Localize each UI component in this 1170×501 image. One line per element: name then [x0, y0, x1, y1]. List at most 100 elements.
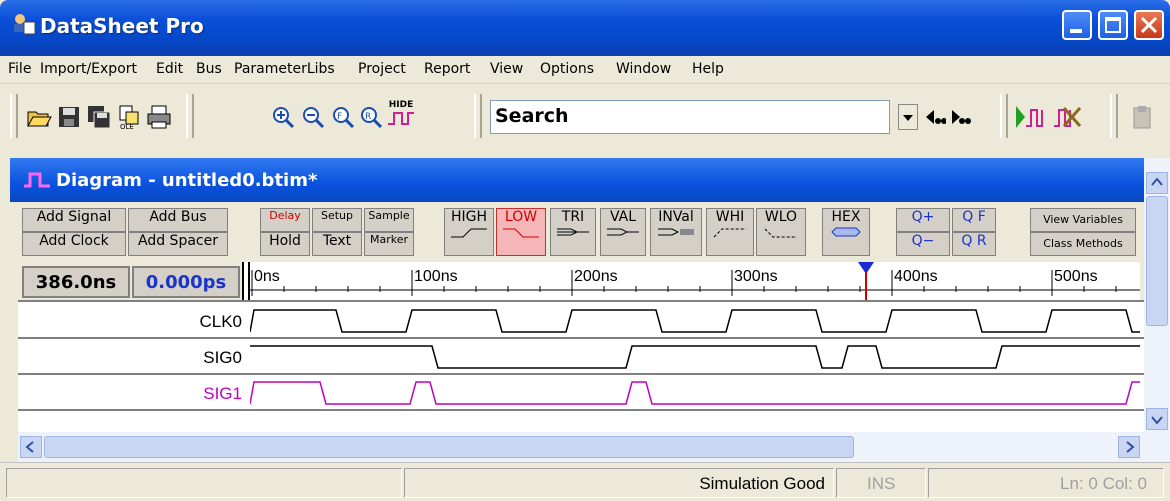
horizontal-scroll-thumb[interactable] [44, 436, 854, 458]
zoom-fit-icon[interactable]: F [330, 104, 356, 130]
open-icon[interactable] [26, 104, 52, 130]
status-position: Ln: 0 Col: 0 [928, 468, 1164, 498]
save-icon[interactable] [56, 104, 82, 130]
menu-project[interactable]: Project [358, 61, 406, 77]
menu-help[interactable]: Help [692, 61, 724, 77]
hex-button[interactable]: HEX [822, 208, 870, 256]
tick-label: 100ns [414, 268, 458, 285]
zoom-in-icon[interactable] [270, 104, 296, 130]
menu-window[interactable]: Window [616, 61, 671, 77]
status-panel-empty [6, 468, 402, 498]
vertical-scroll-thumb[interactable] [1146, 196, 1168, 326]
zoom-full-button[interactable]: Q F [952, 208, 996, 232]
print-icon[interactable] [146, 104, 172, 130]
stop-simulate-icon[interactable] [1050, 104, 1084, 130]
inval-label: INVal [658, 209, 694, 225]
menu-options[interactable]: Options [540, 61, 594, 77]
zoom-out-icon[interactable] [300, 104, 326, 130]
sample-button[interactable]: Sample [364, 208, 414, 232]
menu-file[interactable]: File [8, 61, 31, 77]
delta-time-display: 0.000ps [132, 266, 240, 298]
paste-icon[interactable] [1130, 104, 1156, 130]
save-all-icon[interactable] [86, 104, 112, 130]
menu-bus[interactable]: Bus [196, 61, 222, 77]
hide-label: HIDE [388, 100, 414, 110]
window-title: DataSheet Pro [40, 14, 204, 38]
svg-text:R: R [365, 112, 371, 122]
cursor-time-display: 386.0ns [22, 266, 130, 298]
menu-view[interactable]: View [490, 61, 523, 77]
waveform-sig0 [250, 345, 1140, 369]
hide-waveform-icon[interactable]: HIDE [386, 100, 416, 134]
setup-button[interactable]: Setup [312, 208, 362, 232]
menu-edit[interactable]: Edit [156, 61, 183, 77]
tick-label: 0ns [254, 268, 280, 285]
marker-button[interactable]: Marker [364, 232, 414, 256]
inval-button[interactable]: INVal [650, 208, 702, 256]
vertical-scrollbar[interactable] [1144, 158, 1170, 462]
timeline-ruler[interactable]: 0ns 100ns 200ns 300ns 400ns 500ns [250, 262, 1140, 302]
tick-label: 500ns [1054, 268, 1098, 285]
wlo-button[interactable]: WLO [756, 208, 806, 256]
hex-label: HEX [831, 209, 861, 225]
maximize-button[interactable] [1098, 10, 1128, 40]
add-signal-button[interactable]: Add Signal [22, 208, 126, 232]
hold-button[interactable]: Hold [260, 232, 310, 256]
search-next-icon[interactable] [950, 104, 972, 130]
search-dropdown-button[interactable] [898, 104, 918, 130]
low-button[interactable]: LOW [496, 208, 546, 256]
scroll-right-button[interactable] [1118, 436, 1140, 458]
waveform-clk0 [250, 309, 1140, 333]
toolbar-grip [10, 94, 18, 138]
toolbar-separator [474, 94, 482, 138]
horizontal-scrollbar[interactable] [18, 432, 1144, 462]
wlo-label: WLO [764, 209, 798, 225]
minimize-button[interactable] [1062, 10, 1092, 40]
tick-label: 400ns [894, 268, 938, 285]
waveforms [250, 309, 1140, 405]
signal-name-sig1[interactable]: SIG1 [22, 384, 242, 404]
search-prev-icon[interactable] [924, 104, 946, 130]
add-clock-button[interactable]: Add Clock [22, 232, 126, 256]
menu-import-export[interactable]: Import/Export [40, 61, 137, 77]
zoom-reset-button[interactable]: Q R [952, 232, 996, 256]
high-label: HIGH [450, 209, 488, 225]
search-input[interactable]: Search [490, 100, 890, 134]
scroll-up-button[interactable] [1146, 172, 1168, 194]
svg-text:OLE: OLE [120, 123, 134, 130]
time-marker[interactable] [856, 262, 876, 302]
zoom-in-button[interactable]: Q+ [896, 208, 950, 232]
scroll-left-button[interactable] [20, 436, 42, 458]
close-button[interactable] [1134, 10, 1164, 40]
simulate-icon[interactable] [1014, 104, 1048, 130]
tick-label: 200ns [574, 268, 618, 285]
toolbar-separator [1000, 94, 1008, 138]
menu-parameterlibs[interactable]: ParameterLibs [234, 61, 335, 77]
add-bus-button[interactable]: Add Bus [128, 208, 228, 232]
high-button[interactable]: HIGH [444, 208, 494, 256]
text-button[interactable]: Text [312, 232, 362, 256]
scroll-down-button[interactable] [1146, 408, 1168, 430]
signal-name-sig0[interactable]: SIG0 [22, 348, 242, 368]
app-icon [14, 14, 36, 35]
zoom-out-button[interactable]: Q− [896, 232, 950, 256]
status-mode: INS [836, 468, 926, 498]
val-button[interactable]: VAL [600, 208, 646, 256]
tri-button[interactable]: TRI [550, 208, 596, 256]
status-message: Simulation Good [404, 468, 834, 498]
signal-name-clk0[interactable]: CLK0 [22, 312, 242, 332]
diagram-icon [24, 172, 50, 188]
zoom-range-icon[interactable]: R [358, 104, 384, 130]
low-label: LOW [504, 209, 538, 225]
ole-icon[interactable]: OLE [116, 104, 142, 130]
whi-button[interactable]: WHI [706, 208, 754, 256]
class-methods-button[interactable]: Class Methods [1030, 232, 1136, 256]
delay-button[interactable]: Delay [260, 208, 310, 232]
add-spacer-button[interactable]: Add Spacer [128, 232, 228, 256]
timeline-ticks [250, 270, 1140, 296]
svg-text:F: F [337, 112, 342, 122]
tick-label: 300ns [734, 268, 778, 285]
menu-report[interactable]: Report [424, 61, 470, 77]
tri-label: TRI [561, 209, 585, 225]
view-variables-button[interactable]: View Variables [1030, 208, 1136, 232]
